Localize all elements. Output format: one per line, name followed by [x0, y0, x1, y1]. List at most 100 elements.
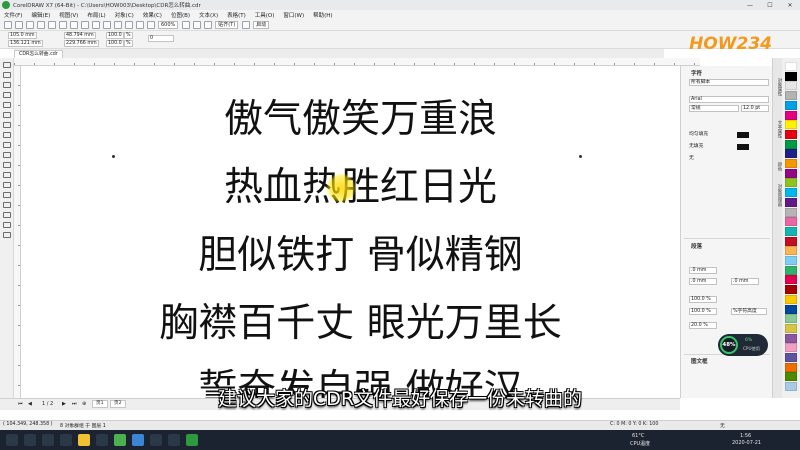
color-swatch[interactable]	[785, 362, 797, 372]
color-eyedropper-tool-icon[interactable]	[3, 202, 11, 208]
ellipse-tool-icon[interactable]	[3, 132, 11, 138]
wechat-app-icon[interactable]	[114, 434, 126, 446]
spacing-unit-select[interactable]: %字符高度	[731, 308, 767, 315]
rulers-icon[interactable]	[193, 20, 202, 29]
color-swatch[interactable]	[785, 207, 797, 217]
color-swatch[interactable]	[785, 265, 797, 275]
menu-help[interactable]: 帮助(H)	[313, 11, 332, 19]
transparency-tool-icon[interactable]	[3, 192, 11, 198]
task-view-icon[interactable]	[42, 434, 54, 446]
color-swatch[interactable]	[785, 275, 797, 285]
coreldraw-taskbar-icon[interactable]	[186, 434, 198, 446]
start-menu-icon[interactable]	[6, 434, 18, 446]
new-file-icon[interactable]	[4, 20, 12, 29]
character-section-title[interactable]: 字符	[691, 69, 702, 77]
font-style-select[interactable]: 常规	[689, 105, 739, 112]
crop-tool-icon[interactable]	[3, 82, 11, 88]
menu-text[interactable]: 文本(X)	[199, 11, 218, 19]
zoom-tool-icon[interactable]	[3, 92, 11, 98]
connector-tool-icon[interactable]	[3, 172, 11, 178]
color-swatch[interactable]	[785, 285, 797, 295]
edge-browser-icon[interactable]	[60, 434, 72, 446]
color-swatch[interactable]	[785, 226, 797, 236]
drop-shadow-tool-icon[interactable]	[3, 182, 11, 188]
horizontal-ruler[interactable]	[14, 58, 700, 66]
indent-right-field[interactable]: .0 mm	[731, 278, 759, 285]
zoom-level-select[interactable]: 600%	[158, 20, 179, 29]
snap-to-select[interactable]: 贴齐(T)	[215, 20, 239, 29]
undo-icon[interactable]	[81, 20, 89, 29]
redo-icon[interactable]	[92, 20, 100, 29]
search-icon[interactable]	[103, 20, 111, 29]
taskbar-app-icon[interactable]	[132, 434, 144, 446]
side-tab-color[interactable]: 颜色	[774, 162, 782, 171]
color-swatch[interactable]	[785, 246, 797, 256]
vertical-ruler[interactable]	[14, 66, 21, 398]
frame-section-title[interactable]: 图文框	[691, 357, 708, 365]
import-icon[interactable]	[114, 20, 122, 29]
smart-fill-tool-icon[interactable]	[3, 222, 11, 228]
color-swatch[interactable]	[785, 168, 797, 178]
side-tab-object-properties[interactable]: 对象属性	[774, 78, 782, 96]
x-position-field[interactable]: 105.0 mm	[8, 32, 37, 39]
line-spacing-field[interactable]: 100.0 %	[689, 296, 717, 303]
color-swatch[interactable]	[785, 294, 797, 304]
width-field[interactable]: 48.794 mm	[64, 32, 96, 39]
fill-type-label[interactable]: 均匀填充	[689, 132, 708, 139]
word-spacing-field[interactable]: 20.0 %	[689, 322, 717, 329]
side-tab-object-manager[interactable]: 对象管理器	[774, 184, 782, 207]
color-swatch[interactable]	[785, 197, 797, 207]
interactive-fill-tool-icon[interactable]	[3, 212, 11, 218]
options-gear-icon[interactable]	[242, 20, 251, 29]
text-tool-icon[interactable]	[3, 152, 11, 158]
drawing-canvas[interactable]: 傲气傲笑万重浪 热血热胜红日光 胆似铁打 骨似精钢 胸襟百千丈 眼光万里长 誓奋…	[21, 66, 700, 398]
minimize-button[interactable]: —	[740, 0, 760, 10]
indent-first-field[interactable]: .0 mm	[689, 267, 717, 274]
taskbar-app-3-icon[interactable]	[168, 434, 180, 446]
polygon-tool-icon[interactable]	[3, 142, 11, 148]
color-swatch[interactable]	[785, 236, 797, 246]
color-swatch[interactable]	[785, 81, 797, 91]
menu-effects[interactable]: 效果(C)	[143, 11, 162, 19]
outline-status[interactable]: 无	[720, 422, 725, 429]
open-file-icon[interactable]	[15, 20, 23, 29]
char-spacing-field[interactable]: 100.0 %	[689, 308, 717, 315]
poem-line-2[interactable]: 热血热胜红日光	[21, 156, 700, 212]
app-launcher-icon[interactable]	[147, 20, 155, 29]
color-swatch[interactable]	[785, 353, 797, 362]
poem-line-1[interactable]: 傲气傲笑万重浪	[21, 88, 700, 144]
poem-line-4[interactable]: 胸襟百千丈 眼光万里长	[21, 292, 700, 348]
fill-status[interactable]: C: 0 M: 0 Y: 0 K: 100	[610, 422, 658, 427]
outline-label[interactable]: 无	[689, 156, 694, 163]
freehand-tool-icon[interactable]	[3, 102, 11, 108]
menu-edit[interactable]: 编辑(E)	[31, 11, 50, 19]
scale-x-field[interactable]: 100.0	[106, 32, 124, 39]
menu-tools[interactable]: 工具(O)	[255, 11, 275, 19]
maximize-button[interactable]: ☐	[760, 0, 780, 10]
color-swatch[interactable]	[785, 120, 797, 130]
menu-file[interactable]: 文件(F)	[4, 11, 22, 19]
color-swatch[interactable]	[785, 71, 797, 81]
poem-line-3[interactable]: 胆似铁打 骨似精钢	[21, 224, 700, 280]
paragraph-section-title[interactable]: 段落	[691, 242, 702, 250]
background-color-swatch[interactable]	[737, 144, 749, 150]
color-swatch[interactable]	[785, 343, 797, 353]
grid-icon[interactable]	[204, 20, 213, 29]
clock-time[interactable]: 1:56	[740, 433, 751, 439]
artistic-media-tool-icon[interactable]	[3, 112, 11, 118]
outline-pen-tool-icon[interactable]	[3, 232, 11, 238]
cut-icon[interactable]	[48, 20, 56, 29]
paste-icon[interactable]	[70, 20, 78, 29]
taskbar-search-icon[interactable]	[24, 434, 36, 446]
menu-bitmaps[interactable]: 位图(B)	[171, 11, 190, 19]
color-swatch[interactable]	[785, 159, 797, 168]
script-select[interactable]: 所有脚本	[689, 79, 769, 86]
color-swatch[interactable]	[785, 178, 797, 188]
qq-app-icon[interactable]	[96, 434, 108, 446]
color-swatch[interactable]	[785, 91, 797, 101]
publish-icon[interactable]	[136, 20, 144, 29]
taskbar-app-2-icon[interactable]	[150, 434, 162, 446]
parallel-dimension-tool-icon[interactable]	[3, 162, 11, 168]
color-swatch[interactable]	[785, 62, 797, 71]
side-tab-text-properties[interactable]: 文本属性	[774, 120, 782, 138]
